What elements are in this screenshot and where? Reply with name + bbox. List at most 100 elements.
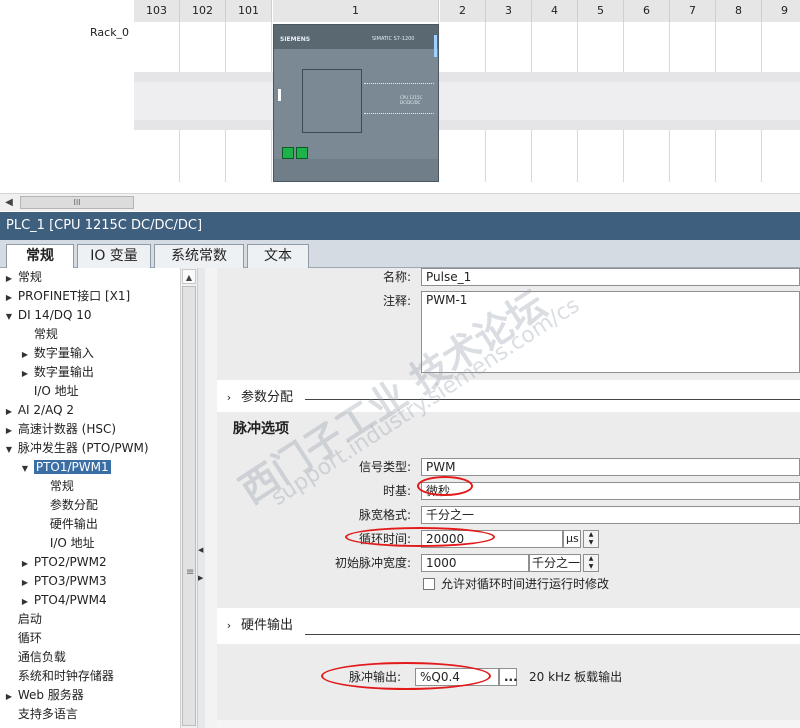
status-led-icon <box>278 89 284 101</box>
annotation-oval <box>321 662 491 690</box>
nav-tree-item[interactable]: ▶ PTO3/PWM3 <box>0 572 180 591</box>
slot-header: 102 <box>180 0 226 22</box>
hw-output-panel: 脉冲输出: %Q0.4 ... 20 kHz 板载输出 <box>217 644 800 720</box>
cycle-time-unit: µs <box>563 530 581 548</box>
signal-type-select[interactable]: PWM <box>421 458 800 476</box>
chevron-right-icon[interactable]: ▶ <box>4 269 14 288</box>
nav-tree-item-label: DI 14/DQ 10 <box>17 308 92 322</box>
initial-pulse-stepper[interactable]: ▲ ▼ <box>583 554 599 572</box>
stepper-down-icon[interactable]: ▼ <box>584 563 598 571</box>
nav-tree-item[interactable]: ▶ 数字量输入 <box>0 344 180 363</box>
tab-general[interactable]: 常规 <box>6 244 74 269</box>
nav-tree-item-label: 高速计数器 (HSC) <box>17 422 117 436</box>
content-gutter <box>205 268 217 728</box>
nav-tree-item-label: 系统和时钟存储器 <box>17 669 114 683</box>
chevron-right-icon[interactable]: ▶ <box>4 687 14 706</box>
nav-tree-item[interactable]: 支持多语言 <box>0 705 180 724</box>
nav-tree-item[interactable]: ▶ 常规 <box>0 268 180 287</box>
nav-tree-item[interactable]: ▶ PTO4/PWM4 <box>0 591 180 610</box>
nav-tree-item-label: 常规 <box>17 270 42 284</box>
chevron-right-icon[interactable]: ▶ <box>20 345 30 364</box>
section-divider <box>305 634 800 635</box>
collapse-left-icon[interactable]: ◀ <box>198 546 203 554</box>
chevron-right-icon: › <box>226 619 232 632</box>
io-led-row-icon <box>364 83 434 85</box>
nav-tree-item[interactable]: 启动 <box>0 610 180 629</box>
pane-splitter[interactable]: ◀ ▶ <box>197 268 205 728</box>
scrollbar-thumb[interactable]: III <box>20 196 134 209</box>
expand-right-icon[interactable]: ▶ <box>198 574 203 582</box>
name-input[interactable]: Pulse_1 <box>421 268 800 286</box>
nav-tree-item-label: 脉冲发生器 (PTO/PWM) <box>17 441 149 455</box>
slot-header: 8 <box>716 0 762 22</box>
param-section-header[interactable]: › 参数分配 <box>217 386 800 410</box>
nav-tree-item[interactable]: 参数分配 <box>0 496 180 515</box>
nav-tree-item[interactable]: 硬件输出 <box>0 515 180 534</box>
nav-tree-item-label: I/O 地址 <box>49 536 95 550</box>
cpu-brand: SIEMENS <box>280 36 311 43</box>
nav-tree-item-label: 循环 <box>17 631 42 645</box>
nav-tree-item[interactable]: I/O 地址 <box>0 534 180 553</box>
slot-header: 4 <box>532 0 578 22</box>
scroll-up-icon[interactable]: ▲ <box>182 269 196 284</box>
profinet-port-icon[interactable] <box>282 147 294 159</box>
scrollbar-thumb[interactable]: ≡ <box>182 286 196 726</box>
nav-tree-item[interactable]: ▼ PTO1/PWM1 <box>0 458 180 477</box>
annotation-oval <box>417 476 473 496</box>
nav-tree-item[interactable]: ▼ 脉冲发生器 (PTO/PWM) <box>0 439 180 458</box>
initial-pulse-label: 初始脉冲宽度: <box>334 556 411 570</box>
cpu-module[interactable]: SIEMENS SIMATIC S7-1200 CPU 1215C DC/DC/… <box>273 24 439 182</box>
nav-tree-item[interactable]: ▶ PROFINET接口 [X1] <box>0 287 180 306</box>
nav-tree-item[interactable]: ▼ DI 14/DQ 10 <box>0 306 180 325</box>
nav-tree-item[interactable]: I/O 地址 <box>0 382 180 401</box>
chevron-right-icon[interactable]: ▶ <box>4 421 14 440</box>
nav-tree-item[interactable]: ▶ 高速计数器 (HSC) <box>0 420 180 439</box>
chevron-down-icon[interactable]: ▼ <box>4 440 14 459</box>
chevron-down-icon[interactable]: ▼ <box>20 459 30 478</box>
chevron-right-icon[interactable]: ▶ <box>4 402 14 421</box>
initial-pulse-unit: 千分之一 <box>529 554 581 572</box>
nav-tree-item[interactable]: 通信负载 <box>0 648 180 667</box>
chevron-right-icon[interactable]: ▶ <box>20 573 30 592</box>
time-base-select[interactable]: 微秒 <box>421 482 800 500</box>
chevron-right-icon[interactable]: ▶ <box>20 592 30 611</box>
device-view-scrollbar[interactable]: ◀ III <box>0 193 800 211</box>
pulse-format-select[interactable]: 千分之一 <box>421 506 800 524</box>
tab-io-tags[interactable]: IO 变量 <box>77 244 151 268</box>
inspector-title: PLC_1 [CPU 1215C DC/DC/DC] <box>0 212 800 240</box>
chevron-right-icon[interactable]: ▶ <box>4 288 14 307</box>
chevron-right-icon[interactable]: ▶ <box>20 364 30 383</box>
nav-tree-item-label: PROFINET接口 [X1] <box>17 289 131 303</box>
grip-icon: ≡ <box>186 567 195 578</box>
initial-pulse-input[interactable]: 1000 <box>421 554 529 572</box>
nav-tree-item-label: 数字量输入 <box>33 346 94 360</box>
nav-tree-item[interactable]: 常规 <box>0 325 180 344</box>
profinet-port-icon[interactable] <box>296 147 308 159</box>
nav-tree-item-label: PTO2/PWM2 <box>33 555 107 569</box>
runtime-modify-checkbox[interactable] <box>423 578 435 590</box>
nav-scrollbar[interactable]: ▲ ≡ <box>180 268 197 728</box>
nav-tree-item[interactable]: 常规 <box>0 477 180 496</box>
nav-tree-item[interactable]: 系统和时钟存储器 <box>0 667 180 686</box>
browse-button[interactable]: ... <box>499 668 518 686</box>
tab-texts[interactable]: 文本 <box>247 244 309 268</box>
scroll-left-icon[interactable]: ◀ <box>2 195 16 211</box>
chevron-right-icon[interactable]: ▶ <box>20 554 30 573</box>
device-view[interactable]: 103 102 101 1 2 3 4 5 6 7 8 9 Rack_0 SIEMENS SIMATI… <box>0 0 800 193</box>
cycle-time-stepper[interactable]: ▲ ▼ <box>583 530 599 548</box>
tab-system-constants[interactable]: 系统常数 <box>154 244 244 268</box>
stepper-up-icon[interactable]: ▲ <box>584 531 598 539</box>
comment-label: 注释: <box>382 294 411 308</box>
stepper-down-icon[interactable]: ▼ <box>584 539 598 547</box>
nav-tree-item[interactable]: ▶ Web 服务器 <box>0 686 180 705</box>
stepper-up-icon[interactable]: ▲ <box>584 555 598 563</box>
slot-header: 1 <box>273 0 439 22</box>
nav-tree-item[interactable]: ▶ PTO2/PWM2 <box>0 553 180 572</box>
chevron-down-icon[interactable]: ▼ <box>4 307 14 326</box>
inspector-tabs: 常规 IO 变量 系统常数 文本 <box>0 240 800 269</box>
nav-tree-item-label: PTO4/PWM4 <box>33 593 107 607</box>
nav-tree-item[interactable]: ▶ 数字量输出 <box>0 363 180 382</box>
nav-tree-item[interactable]: 循环 <box>0 629 180 648</box>
module-edge-highlight <box>434 35 437 57</box>
nav-tree-item[interactable]: ▶ AI 2/AQ 2 <box>0 401 180 420</box>
